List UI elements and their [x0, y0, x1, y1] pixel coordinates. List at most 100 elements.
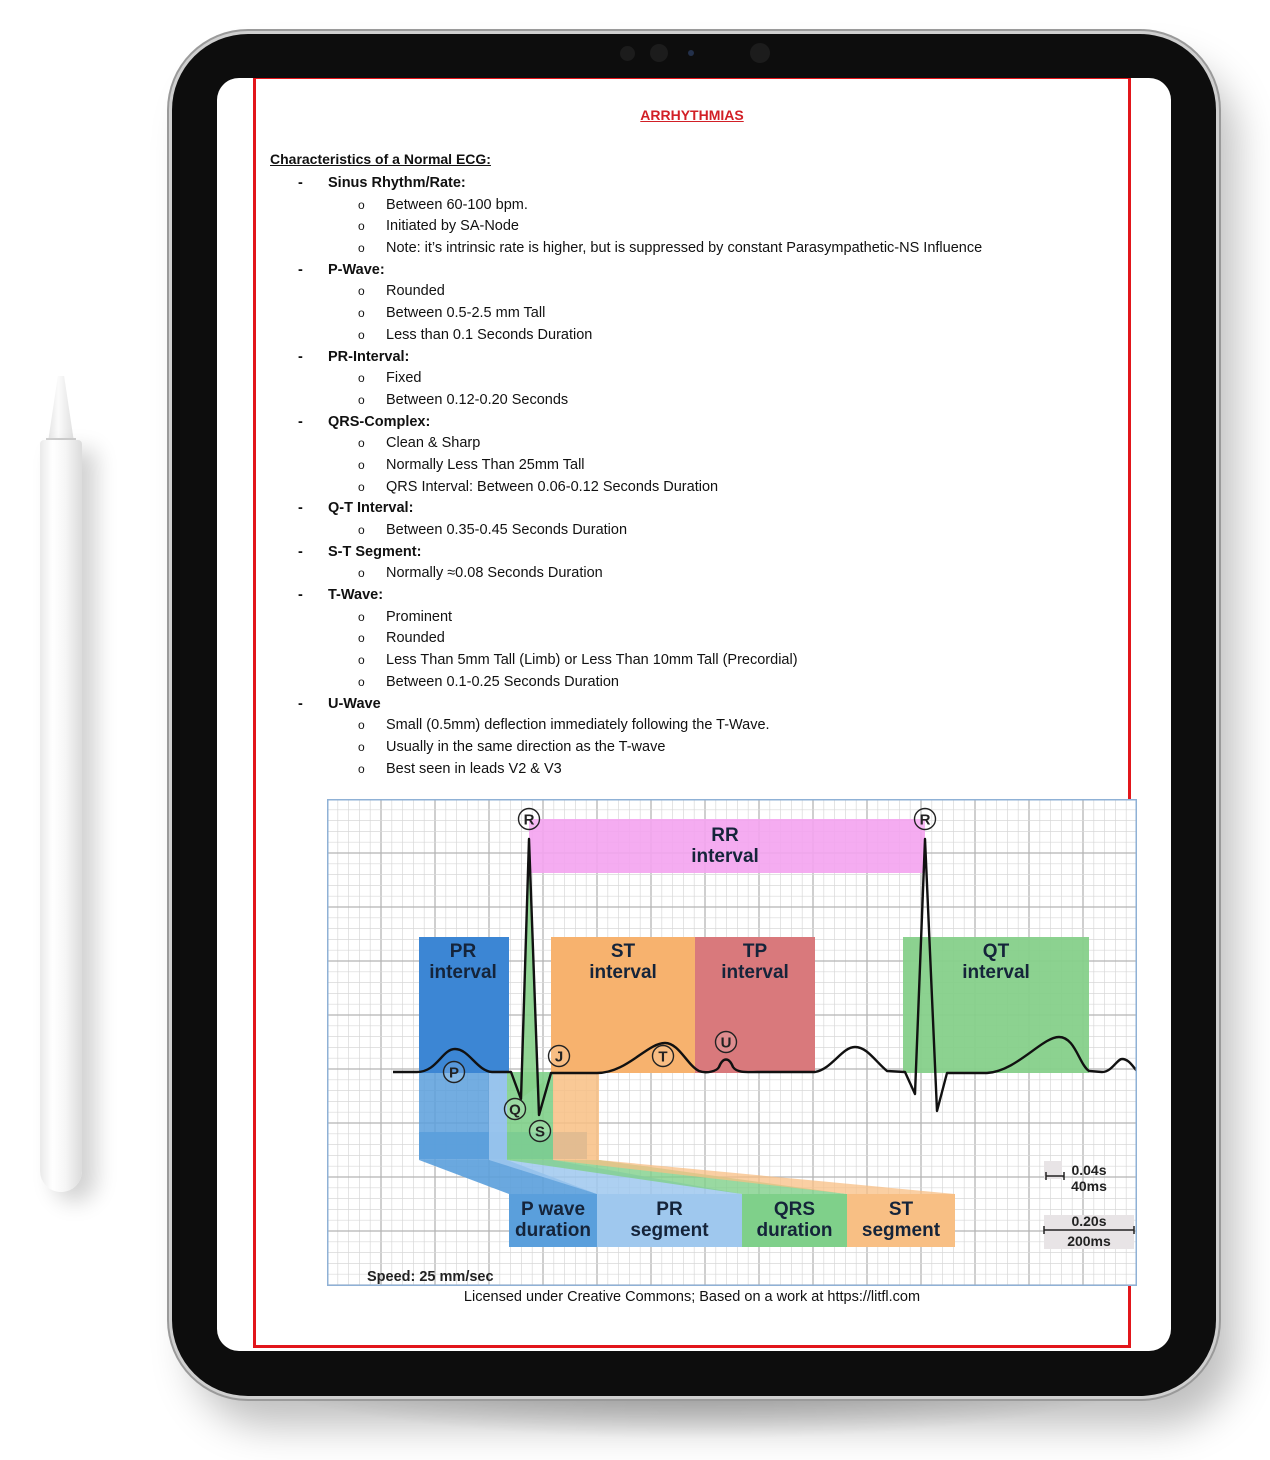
circle-bullet-icon: o [358, 371, 365, 386]
list-item-text: Between 0.5-2.5 mm Tall [386, 305, 546, 322]
circle-bullet-icon: o [358, 219, 365, 234]
list-item-text: QRS Interval: Between 0.06-0.12 Seconds … [386, 478, 719, 495]
wave-marker-label: J [555, 1049, 563, 1066]
circle-bullet-icon: o [358, 284, 365, 299]
wave-marker-label: R [920, 812, 931, 829]
section-label: QRS-Complex: [328, 413, 431, 430]
lower-box-label-line1: P wave [521, 1199, 585, 1220]
list-item-text: Rounded [386, 630, 445, 647]
camera-sensor-icon [650, 44, 668, 62]
dash-bullet-icon: - [298, 587, 303, 604]
dash-bullet-icon: - [298, 543, 303, 560]
circle-bullet-icon: o [358, 761, 365, 776]
pencil-tip [48, 376, 74, 442]
list-item-text: Usually in the same direction as the T-w… [386, 738, 666, 755]
tp-interval-label-line1: TP [743, 941, 768, 962]
wave-marker-label: R [524, 812, 535, 829]
circle-bullet-icon: o [358, 241, 365, 256]
document-title: ARRHYTHMIAS [640, 107, 744, 123]
circle-bullet-icon: o [358, 457, 365, 472]
section-label: T-Wave: [328, 587, 384, 604]
list-item-text: Between 60-100 bpm. [386, 196, 528, 213]
wave-marker-label: P [449, 1065, 459, 1082]
circle-bullet-icon: o [358, 674, 365, 689]
apple-pencil [40, 440, 82, 1192]
scale-large-top-label: 0.20s [1071, 1213, 1106, 1229]
document-page[interactable]: ARRHYTHMIAS Characteristics of a Normal … [253, 78, 1137, 1348]
pr-interval-label-line2: interval [429, 962, 497, 983]
st-interval-label-line1: ST [611, 941, 636, 962]
list-item-text: Fixed [386, 370, 422, 387]
list-item-text: Prominent [386, 608, 453, 625]
wave-marker-label: S [535, 1124, 545, 1141]
lower-box-label-line2: duration [757, 1220, 833, 1241]
circle-bullet-icon: o [358, 609, 365, 624]
list-item-text: Normally ≈0.08 Seconds Duration [386, 565, 603, 582]
wave-marker-label: Q [509, 1102, 521, 1119]
dash-bullet-icon: - [298, 348, 303, 365]
list-item-text: Normally Less Than 25mm Tall [386, 456, 585, 473]
lower-box-label-line1: PR [656, 1199, 683, 1220]
wave-marker-label: U [721, 1035, 732, 1052]
dash-bullet-icon: - [298, 413, 303, 430]
circle-bullet-icon: o [358, 739, 365, 754]
dash-bullet-icon: - [298, 175, 303, 191]
circle-bullet-icon: o [358, 436, 365, 451]
lower-box-label-line2: segment [862, 1220, 941, 1241]
circle-bullet-icon: o [358, 479, 365, 494]
circle-bullet-icon: o [358, 327, 365, 342]
list-item-text: Less than 0.1 Seconds Duration [386, 326, 593, 343]
pr-interval-label-line1: PR [450, 941, 477, 962]
wave-marker-label: T [658, 1049, 667, 1066]
ipad-device: ARRHYTHMIAS Characteristics of a Normal … [172, 34, 1216, 1396]
section-label: S-T Segment: [328, 543, 422, 560]
dash-bullet-icon: - [298, 261, 303, 278]
section-label: P-Wave: [328, 261, 385, 278]
circle-bullet-icon: o [358, 718, 365, 733]
list-item-text: Less Than 5mm Tall (Limb) or Less Than 1… [386, 652, 798, 669]
qt-interval-label-line2: interval [962, 962, 1030, 983]
rr-interval-label-line2: interval [691, 846, 759, 867]
figure-caption: Licensed under Creative Commons; Based o… [463, 1289, 921, 1305]
scale-small-bottom-label: 40ms [1071, 1178, 1107, 1194]
st-interval-label-line2: interval [589, 962, 657, 983]
list-item-text: Small (0.5mm) deflection immediately fol… [386, 717, 770, 734]
front-camera-icon [750, 43, 770, 63]
lower-box-label-line2: duration [515, 1220, 591, 1241]
section-label: Sinus Rhythm/Rate: [328, 175, 466, 191]
dash-bullet-icon: - [298, 695, 303, 712]
list-item-text: Between 0.35-0.45 Seconds Duration [386, 522, 628, 538]
scale-large-bottom-label: 200ms [1067, 1233, 1111, 1249]
circle-bullet-icon: o [358, 523, 365, 537]
speed-label: Speed: 25 mm/sec [367, 1269, 494, 1285]
section-heading: Characteristics of a Normal ECG: [270, 151, 491, 167]
circle-bullet-icon: o [358, 306, 365, 321]
list-item-text: Initiated by SA-Node [386, 218, 519, 235]
lower-box-label-line1: QRS [774, 1199, 815, 1220]
circle-bullet-icon: o [358, 653, 365, 668]
pr-segment-column [489, 1072, 507, 1160]
camera-sensor-icon [620, 46, 635, 61]
proximity-sensor-icon [688, 50, 694, 56]
ipad-screen[interactable]: ARRHYTHMIAS Characteristics of a Normal … [217, 78, 1171, 1351]
circle-bullet-icon: o [358, 631, 365, 646]
section-label: Q-T Interval: [328, 500, 414, 517]
st-segment-column [553, 1072, 599, 1160]
circle-bullet-icon: o [358, 392, 365, 407]
rr-interval-label-line1: RR [711, 825, 739, 846]
ecg-diagram: P Q R S J T U R RR interval PR interval ST interval TP… [327, 799, 1137, 1286]
scale-small-top-label: 0.04s [1071, 1162, 1106, 1178]
section-label: U-Wave [328, 695, 381, 712]
lower-box-label-line2: segment [630, 1220, 709, 1241]
list-item-text: Rounded [386, 283, 445, 300]
dash-bullet-icon: - [298, 500, 303, 517]
section-label: PR-Interval: [328, 348, 410, 365]
circle-bullet-icon: o [358, 197, 365, 212]
circle-bullet-icon: o [358, 566, 365, 581]
ecg-diagram-svg: PQRSJ TURRRintervalPRintervalSTintervalTP… [327, 799, 1137, 1286]
list-item-text: Clean & Sharp [386, 435, 481, 452]
list-item-text: Note: it’s intrinsic rate is higher, but… [386, 240, 983, 257]
lower-box-label-line1: ST [889, 1199, 914, 1220]
tp-interval-label-line2: interval [721, 962, 789, 983]
list-item-text: Between 0.12-0.20 Seconds [386, 391, 569, 408]
